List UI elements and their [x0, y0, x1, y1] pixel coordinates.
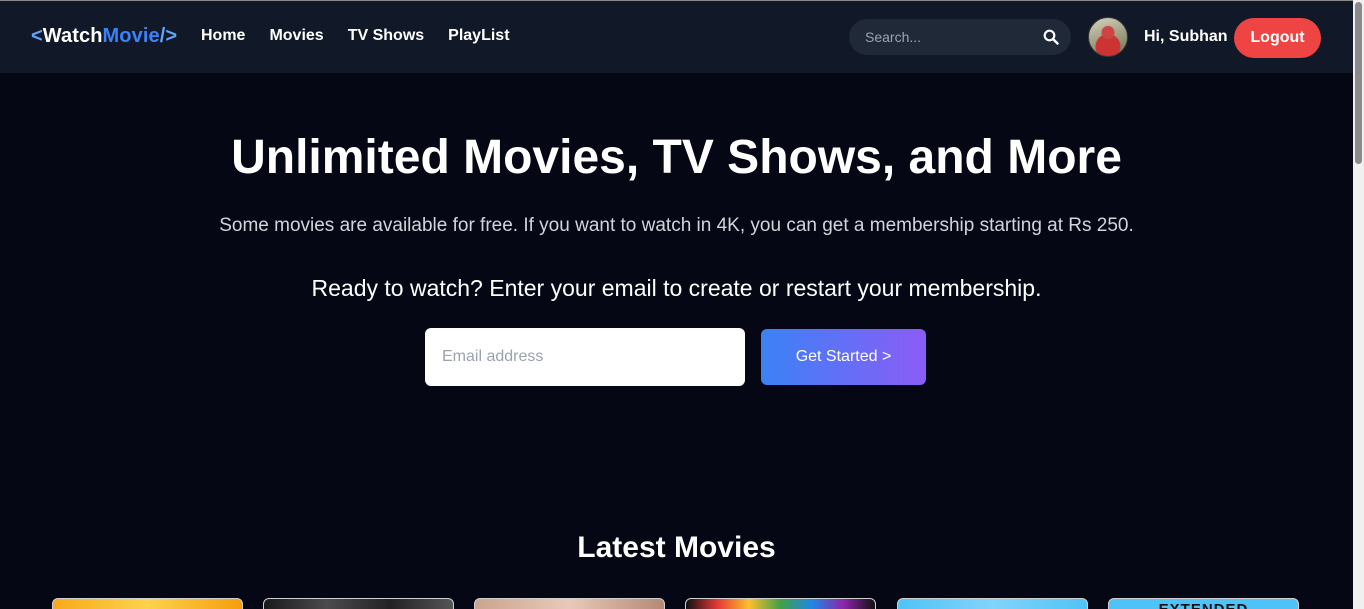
- nav-tv-shows[interactable]: TV Shows: [348, 27, 424, 45]
- hero-title: Unlimited Movies, TV Shows, and More: [231, 131, 1122, 184]
- movie-card[interactable]: [474, 598, 665, 609]
- search-icon[interactable]: [1043, 29, 1059, 45]
- logo-movie: Movie: [102, 25, 160, 47]
- nav-movies[interactable]: Movies: [269, 27, 323, 45]
- user-greeting: Hi, Subhan: [1144, 28, 1228, 45]
- main-nav: Home Movies TV Shows PlayList: [201, 27, 534, 45]
- latest-movies-title: Latest Movies: [577, 531, 776, 564]
- movie-card[interactable]: EXTENDED: [1108, 598, 1299, 609]
- search-box: [849, 19, 1071, 55]
- get-started-button[interactable]: Get Started >: [761, 329, 926, 385]
- site-logo[interactable]: <WatchMovie/>: [31, 25, 177, 48]
- movie-card[interactable]: [263, 598, 454, 609]
- search-input[interactable]: [865, 19, 1035, 55]
- logo-close-bracket: />: [159, 25, 178, 47]
- hero-cta-text: Ready to watch? Enter your email to crea…: [311, 275, 1042, 301]
- navbar: <WatchMovie/> Home Movies TV Shows PlayL…: [0, 1, 1353, 73]
- movie-card[interactable]: [52, 598, 243, 609]
- logo-open-bracket: <: [31, 25, 43, 47]
- movie-card[interactable]: [685, 598, 876, 609]
- hero-subtitle: Some movies are available for free. If y…: [219, 215, 1134, 236]
- logout-button[interactable]: Logout: [1234, 18, 1321, 58]
- nav-home[interactable]: Home: [201, 27, 245, 45]
- logo-watch: Watch: [42, 25, 103, 47]
- movie-card-title: EXTENDED: [1109, 601, 1298, 609]
- scrollbar-thumb[interactable]: [1355, 2, 1362, 164]
- user-avatar[interactable]: [1088, 17, 1128, 57]
- movie-card[interactable]: [897, 598, 1088, 609]
- email-input[interactable]: [425, 328, 745, 386]
- nav-playlist[interactable]: PlayList: [448, 27, 509, 45]
